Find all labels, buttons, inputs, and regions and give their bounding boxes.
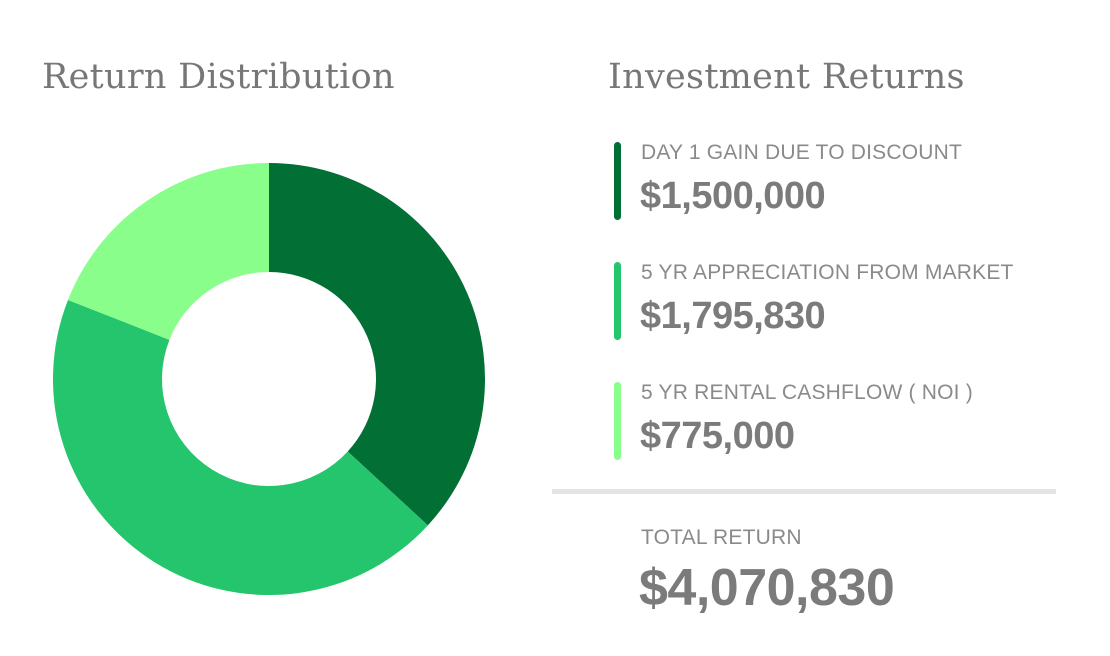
donut-chart (53, 163, 486, 596)
total-return-value: $4,070,830 (639, 559, 895, 617)
return-value: $1,795,830 (640, 295, 826, 337)
returns-title: Investment Returns (608, 57, 965, 97)
return-value: $1,500,000 (640, 175, 826, 217)
total-return-label: TOTAL RETURN (641, 526, 802, 549)
return-item-appreciation: 5 YR APPRECIATION FROM MARKET $1,795,830 (614, 260, 1064, 340)
chart-title: Return Distribution (42, 57, 395, 97)
return-color-bar (614, 382, 621, 460)
return-color-bar (614, 262, 621, 340)
return-label: DAY 1 GAIN DUE TO DISCOUNT (641, 141, 963, 164)
slice-day1-gain (269, 163, 486, 526)
return-label: 5 YR APPRECIATION FROM MARKET (641, 261, 1014, 284)
return-color-bar (614, 142, 621, 220)
return-value: $775,000 (640, 415, 795, 457)
divider (552, 489, 1056, 494)
return-item-rental-cashflow: 5 YR RENTAL CASHFLOW ( NOI ) $775,000 (614, 380, 1064, 460)
return-label: 5 YR RENTAL CASHFLOW ( NOI ) (641, 381, 973, 404)
return-item-day1-gain: DAY 1 GAIN DUE TO DISCOUNT $1,500,000 (614, 140, 1064, 220)
